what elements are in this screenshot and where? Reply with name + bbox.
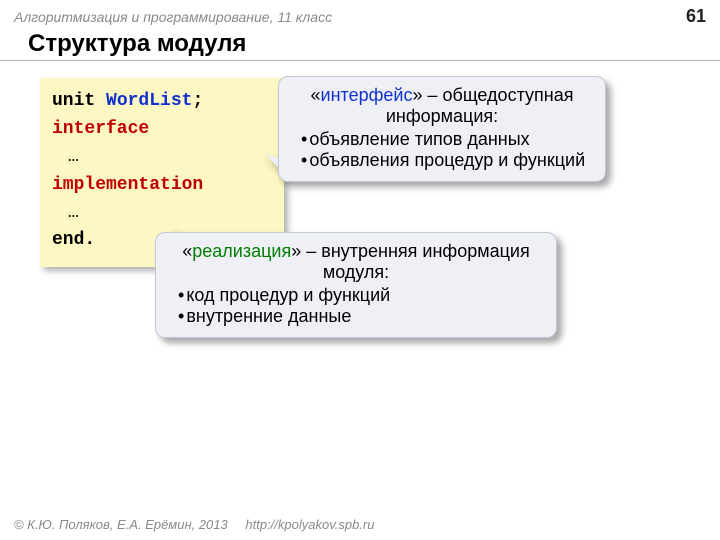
keyword-interface: interface	[52, 116, 272, 144]
page-number: 61	[686, 6, 706, 27]
semicolon: ;	[192, 91, 203, 111]
quote-open: «	[311, 85, 321, 105]
list-item: код процедур и функций	[178, 285, 542, 306]
course-label: Алгоритмизация и программирование, 11 кл…	[14, 9, 332, 25]
copyright-text: © К.Ю. Поляков, Е.А. Ерёмин, 2013	[14, 517, 228, 532]
callout-impl-lead: «реализация» – внутренняя информация мод…	[170, 241, 542, 283]
slide-title: Структура модуля	[28, 30, 246, 58]
keyword-implementation: implementation	[52, 172, 272, 200]
callout-interface-list: объявление типов данных объявления проце…	[293, 129, 591, 171]
code-line-unit: unit WordList;	[52, 88, 272, 116]
callout-implementation: «реализация» – внутренняя информация мод…	[155, 232, 557, 338]
callout-interface-keyword: интерфейс	[321, 85, 413, 105]
keyword-unit: unit	[52, 91, 95, 111]
list-item: объявление типов данных	[301, 129, 591, 150]
ellipsis-2: …	[68, 200, 272, 228]
callout-interface-lead: «интерфейс» – общедоступная информация:	[293, 85, 591, 127]
callout-impl-rest: » – внутренняя информация модуля:	[291, 241, 530, 282]
list-item: внутренние данные	[178, 306, 542, 327]
module-name: WordList	[106, 91, 192, 111]
callout-impl-list: код процедур и функций внутренние данные	[170, 285, 542, 327]
callout-impl-keyword: реализация	[192, 241, 291, 261]
slide-footer: © К.Ю. Поляков, Е.А. Ерёмин, 2013 http:/…	[14, 517, 374, 532]
ellipsis-1: …	[68, 144, 272, 172]
quote-open: «	[182, 241, 192, 261]
title-underline	[0, 60, 720, 61]
list-item: объявления процедур и функций	[301, 150, 591, 171]
footer-link: http://kpolyakov.spb.ru	[245, 517, 374, 532]
callout-interface: «интерфейс» – общедоступная информация: …	[278, 76, 606, 182]
callout-interface-rest: » – общедоступная информация:	[386, 85, 574, 126]
slide-header: Алгоритмизация и программирование, 11 кл…	[14, 6, 706, 27]
